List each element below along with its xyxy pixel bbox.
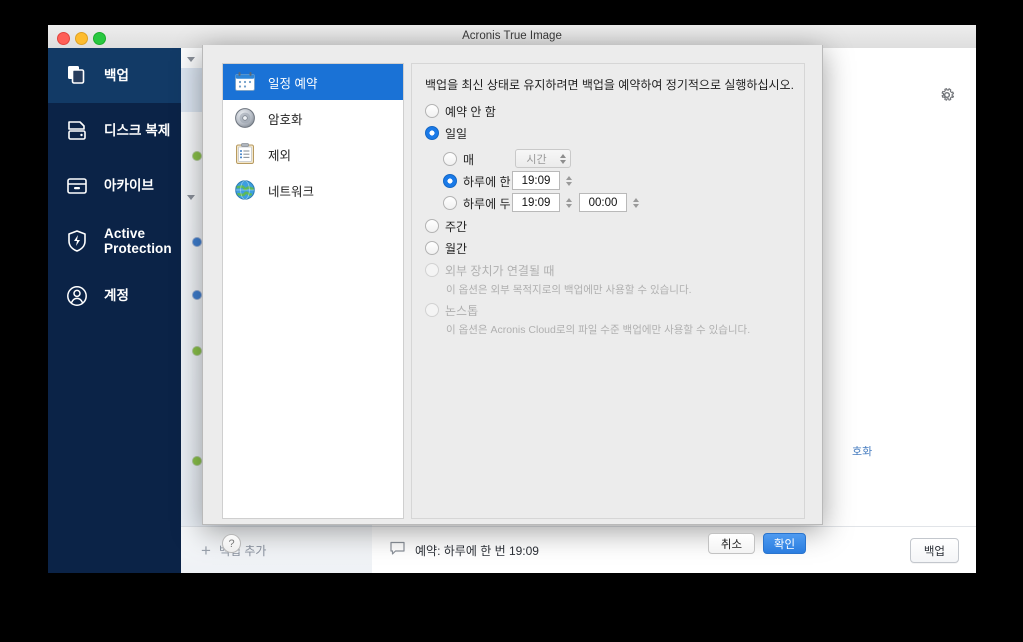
sidebar-item-label: 아카이브: [104, 178, 155, 193]
sidebar-item-label: 디스크 복제: [104, 123, 171, 138]
time-input-once[interactable]: 19:09: [512, 171, 560, 190]
disclosure-triangle-icon[interactable]: [187, 56, 195, 62]
options-tab-label: 일정 예약: [268, 76, 318, 91]
radio-nonstop: 논스톱: [425, 301, 478, 319]
disclosure-triangle-icon[interactable]: [187, 194, 195, 200]
backup-status-bar: 예약: 하루에 한 번 19:09 백업: [372, 526, 976, 573]
primary-sidebar: 백업 디스크 복제 아카이브 Active Protection 계정: [48, 48, 181, 573]
backup-group-header[interactable]: [187, 50, 199, 68]
lock-disc-icon: [233, 106, 257, 130]
schedule-status-text: 예약: 하루에 한 번 19:09: [415, 544, 539, 558]
hint-external-device: 이 옵션은 외부 목적지로의 백업에만 사용할 수 있습니다.: [446, 284, 692, 296]
backup-group-header[interactable]: [187, 188, 199, 206]
schedule-intro-text: 백업을 최신 상태로 유지하려면 백업을 예약하여 정기적으로 실행하십시오.: [425, 78, 794, 92]
radio-label: 주간: [445, 219, 468, 234]
radio-indicator: [425, 241, 439, 255]
sidebar-item-label: Active Protection: [104, 225, 172, 256]
options-tab-exclusions[interactable]: 제외: [223, 136, 403, 172]
radio-indicator: [425, 104, 439, 118]
sidebar-item-backup[interactable]: 백업: [48, 48, 181, 103]
radio-no-schedule[interactable]: 예약 안 함: [425, 102, 496, 120]
options-tab-label: 암호화: [268, 112, 303, 127]
options-tab-network[interactable]: 네트워크: [223, 172, 403, 208]
gear-icon[interactable]: [938, 86, 956, 104]
radio-external-device: 외부 장치가 연결될 때: [425, 261, 554, 279]
radio-every[interactable]: 매: [443, 150, 474, 168]
options-category-list: 일정 예약 암호화 제외 네트워크: [222, 63, 404, 519]
radio-monthly[interactable]: 월간: [425, 239, 467, 257]
options-tab-label: 제외: [268, 148, 292, 163]
globe-icon: [233, 178, 257, 202]
run-backup-button[interactable]: 백업: [909, 538, 959, 563]
speech-balloon-icon: [390, 541, 405, 560]
radio-label: 매: [463, 152, 475, 167]
radio-label: 월간: [445, 241, 468, 256]
ok-button[interactable]: 확인: [763, 533, 806, 554]
encryption-link[interactable]: 호화: [852, 443, 872, 459]
status-dot-icon: [193, 152, 201, 160]
radio-indicator: [425, 303, 439, 317]
interval-unit-value: 시간: [526, 153, 547, 166]
time-input-twice-first[interactable]: 19:09: [512, 193, 560, 212]
help-button[interactable]: ?: [222, 534, 241, 553]
sidebar-item-label: 백업: [104, 68, 130, 83]
radio-indicator: [425, 126, 439, 140]
sidebar-item-label: 계정: [104, 288, 130, 303]
stacked-squares-icon: [60, 59, 94, 93]
radio-label: 일일: [445, 126, 468, 141]
time-stepper-once[interactable]: [563, 171, 574, 190]
radio-label: 논스톱: [445, 303, 479, 318]
calendar-icon: [233, 70, 257, 94]
schedule-options-panel: 백업을 최신 상태로 유지하려면 백업을 예약하여 정기적으로 실행하십시오. …: [411, 63, 805, 519]
radio-indicator: [425, 263, 439, 277]
options-tab-label: 네트워크: [268, 184, 315, 199]
radio-indicator: [425, 219, 439, 233]
options-tab-schedule[interactable]: 일정 예약: [223, 64, 403, 100]
add-backup-button[interactable]: + 백업 추가: [181, 526, 372, 573]
status-dot-icon: [193, 457, 201, 465]
status-dot-icon: [193, 291, 201, 299]
sidebar-item-archive[interactable]: 아카이브: [48, 158, 181, 213]
disk-clone-icon: [60, 114, 94, 148]
hint-nonstop: 이 옵션은 Acronis Cloud로의 파일 수준 백업에만 사용할 수 있…: [446, 324, 751, 336]
screen: Acronis True Image 백업 디스크 복제 아카이브 Active…: [0, 0, 1023, 642]
radio-daily[interactable]: 일일: [425, 124, 467, 142]
radio-indicator: [443, 152, 457, 166]
radio-indicator: [443, 196, 457, 210]
user-circle-icon: [60, 279, 94, 313]
sidebar-item-active-protection[interactable]: Active Protection: [48, 213, 181, 268]
radio-indicator: [443, 174, 457, 188]
backup-options-dialog: 일정 예약 암호화 제외 네트워크 백업을 최신 상태로 유지하려면 백업을 예…: [202, 45, 823, 554]
status-dot-icon: [193, 347, 201, 355]
cancel-button[interactable]: 취소: [708, 533, 755, 554]
sidebar-item-disk-clone[interactable]: 디스크 복제: [48, 103, 181, 158]
archive-box-icon: [60, 169, 94, 203]
time-input-twice-second[interactable]: 00:00: [579, 193, 627, 212]
sidebar-item-account[interactable]: 계정: [48, 268, 181, 323]
plus-icon: +: [201, 541, 211, 560]
shield-bolt-icon: [60, 224, 94, 258]
interval-unit-select[interactable]: 시간: [515, 149, 571, 168]
options-tab-encryption[interactable]: 암호화: [223, 100, 403, 136]
radio-weekly[interactable]: 주간: [425, 217, 467, 235]
radio-label: 외부 장치가 연결될 때: [445, 263, 555, 278]
radio-label: 예약 안 함: [445, 104, 496, 119]
status-dot-icon: [193, 238, 201, 246]
time-stepper-twice-first[interactable]: [563, 193, 574, 212]
clipboard-list-icon: [233, 142, 257, 166]
time-stepper-twice-second[interactable]: [630, 193, 641, 212]
stepper-icon[interactable]: [557, 150, 568, 167]
